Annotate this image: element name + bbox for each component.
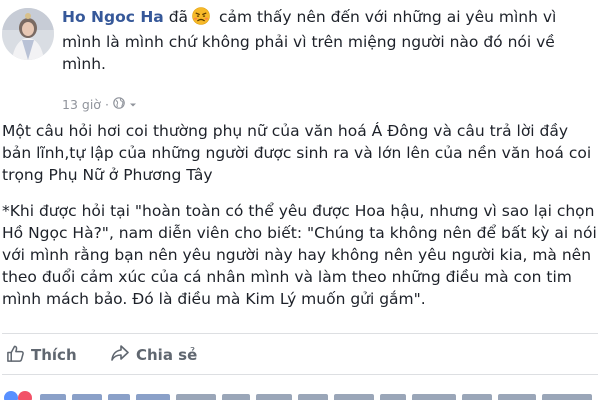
share-label: Chia sẻ: [136, 346, 198, 364]
post-paragraph-1: Một câu hỏi hơi coi thường phụ nữ của vă…: [2, 122, 592, 184]
timestamp[interactable]: 13 giờ: [62, 97, 101, 112]
feeling-prefix: đã: [168, 8, 189, 26]
share-arrow-icon: [110, 344, 130, 366]
divider: [2, 374, 598, 375]
avatar[interactable]: [2, 8, 54, 60]
share-button[interactable]: Chia sẻ: [110, 342, 197, 368]
meta-separator: ·: [104, 96, 109, 112]
post-actions: Thích Chia sẻ: [0, 338, 600, 372]
post-paragraph-2: *Khi được hỏi tại "hoàn toàn có thể yêu …: [2, 202, 597, 308]
author-name[interactable]: Ho Ngoc Ha: [62, 8, 164, 26]
reactions-strip-cutoff: [0, 378, 600, 400]
facebook-post: Ho Ngoc Ha đã cảm thấy nên đến với những…: [0, 0, 600, 400]
thumbs-up-icon: [6, 344, 25, 367]
post-meta: 13 giờ ·: [62, 95, 137, 113]
post-header: Ho Ngoc Ha đã cảm thấy nên đến với những…: [62, 6, 594, 75]
frustrated-face-emoji-icon: [192, 7, 210, 31]
like-button[interactable]: Thích: [6, 342, 77, 368]
globe-icon[interactable]: [113, 96, 125, 112]
like-label: Thích: [31, 346, 77, 364]
privacy-dropdown-icon[interactable]: [129, 97, 137, 112]
divider: [2, 333, 598, 334]
